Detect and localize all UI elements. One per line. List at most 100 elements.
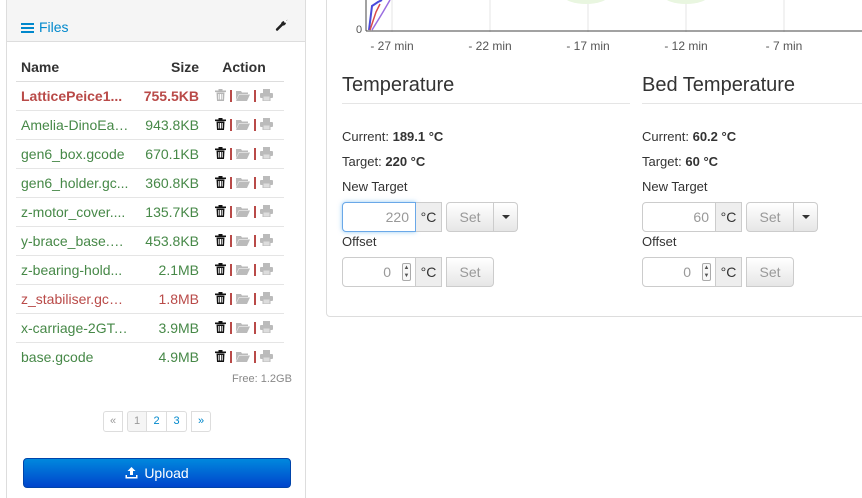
file-name[interactable]: gen6_box.gcode (16, 138, 134, 168)
file-size: 670.1KB (134, 138, 204, 168)
bed-offset-set-button[interactable]: Set (746, 257, 794, 287)
pagination-page-1[interactable]: 1 (127, 411, 147, 432)
files-table: Name Size Action LatticePeice1... 755.5KB… (16, 53, 284, 371)
pagination-page-2[interactable]: 2 (147, 411, 167, 432)
temperature-set-button[interactable]: Set (446, 202, 494, 232)
file-actions (204, 109, 284, 139)
file-row[interactable]: x-carriage-2GT.... 3.9MB (16, 312, 284, 342)
trash-icon[interactable] (215, 88, 226, 104)
file-size: 3.9MB (134, 312, 204, 342)
temperature-target-value: 220 °C (385, 154, 426, 169)
separator (230, 350, 232, 363)
trash-icon[interactable] (215, 320, 226, 336)
folder-open-icon[interactable] (236, 117, 250, 133)
temperature-offset-spinner[interactable]: ▲ ▼ (402, 263, 411, 281)
separator (230, 234, 232, 247)
file-actions (204, 80, 284, 110)
temperature-set-dropdown[interactable] (494, 202, 518, 232)
pagination-next[interactable]: » (191, 411, 211, 432)
print-icon[interactable] (260, 233, 273, 249)
print-icon[interactable] (260, 349, 273, 365)
file-row[interactable]: y-brace_base.g... 453.8KB (16, 225, 284, 255)
file-name[interactable]: y-brace_base.g... (16, 225, 134, 255)
file-size: 135.7KB (134, 196, 204, 226)
file-row[interactable]: LatticePeice1... 755.5KB (16, 80, 284, 110)
file-actions (204, 341, 284, 371)
graph-x-ticks: - 27 min - 22 min - 17 min - 12 min - 7 min (370, 39, 802, 53)
folder-open-icon[interactable] (236, 88, 250, 104)
trash-icon[interactable] (215, 291, 226, 307)
folder-open-icon[interactable] (236, 349, 250, 365)
separator (254, 118, 256, 131)
folder-open-icon[interactable] (236, 262, 250, 278)
trash-icon[interactable] (215, 175, 226, 191)
file-row[interactable]: z_stabiliser.gcode 1.8MB (16, 283, 284, 313)
print-icon[interactable] (260, 291, 273, 307)
trash-icon[interactable] (215, 262, 226, 278)
trash-icon[interactable] (215, 233, 226, 249)
file-size: 755.5KB (134, 80, 204, 110)
print-icon[interactable] (260, 320, 273, 336)
temperature-target: Target: 220 °C (342, 154, 426, 169)
bed-offset-label: Offset (642, 234, 677, 249)
upload-icon (125, 467, 138, 479)
file-row[interactable]: gen6_box.gcode 670.1KB (16, 138, 284, 168)
upload-button[interactable]: Upload (23, 458, 291, 488)
bed-offset-spinner[interactable]: ▲ ▼ (702, 263, 711, 281)
file-name[interactable]: x-carriage-2GT.... (16, 312, 134, 342)
print-icon[interactable] (260, 175, 273, 191)
folder-open-icon[interactable] (236, 320, 250, 336)
trash-icon[interactable] (215, 146, 226, 162)
bed-set-dropdown[interactable] (794, 202, 818, 232)
folder-open-icon[interactable] (236, 204, 250, 220)
separator (254, 263, 256, 276)
file-size: 943.8KB (134, 109, 204, 139)
folder-open-icon[interactable] (236, 175, 250, 191)
pagination-page-3[interactable]: 3 (167, 411, 187, 432)
temperature-new-target-input[interactable]: 220 (342, 202, 416, 232)
file-row[interactable]: gen6_holder.gc... 360.8KB (16, 167, 284, 197)
trash-icon[interactable] (215, 117, 226, 133)
file-actions (204, 167, 284, 197)
print-icon[interactable] (260, 262, 273, 278)
file-name[interactable]: z_stabiliser.gcode (16, 283, 134, 313)
file-name[interactable]: z-motor_cover.... (16, 196, 134, 226)
temperature-offset-set-button[interactable]: Set (446, 257, 494, 287)
file-name[interactable]: LatticePeice1... (16, 80, 134, 110)
file-actions (204, 312, 284, 342)
file-size: 2.1MB (134, 254, 204, 284)
temperature-offset-unit: °C (416, 257, 442, 287)
file-actions (204, 283, 284, 313)
file-name[interactable]: base.gcode (16, 341, 134, 371)
trash-icon[interactable] (215, 349, 226, 365)
pagination-prev[interactable]: « (103, 411, 123, 432)
temperature-current-value: 189.1 °C (392, 129, 444, 144)
file-row[interactable]: base.gcode 4.9MB (16, 341, 284, 371)
file-name[interactable]: Amelia-DinoEar... (16, 109, 134, 139)
folder-open-icon[interactable] (236, 233, 250, 249)
file-row[interactable]: Amelia-DinoEar... 943.8KB (16, 109, 284, 139)
separator (254, 234, 256, 247)
bed-new-target-input[interactable]: 60 (642, 202, 716, 232)
folder-open-icon[interactable] (236, 146, 250, 162)
separator (254, 147, 256, 160)
print-icon[interactable] (260, 204, 273, 220)
file-row[interactable]: z-motor_cover.... 135.7KB (16, 196, 284, 226)
graph-bubble (666, 0, 706, 4)
graph-bubble (566, 0, 606, 4)
bed-set-button[interactable]: Set (746, 202, 794, 232)
file-name[interactable]: gen6_holder.gc... (16, 167, 134, 197)
print-icon[interactable] (260, 117, 273, 133)
files-panel: Files Name Size Action LatticePeice1... 7… (6, 0, 306, 498)
file-row[interactable]: z-bearing-hold... 2.1MB (16, 254, 284, 284)
file-size: 453.8KB (134, 225, 204, 255)
folder-open-icon[interactable] (236, 291, 250, 307)
upload-label: Upload (144, 465, 189, 481)
trash-icon[interactable] (215, 204, 226, 220)
print-icon[interactable] (260, 146, 273, 162)
file-name[interactable]: z-bearing-hold... (16, 254, 134, 284)
bed-temperature-title: Bed Temperature (642, 70, 862, 104)
free-space: Free: 1.2GB (232, 373, 292, 385)
print-icon[interactable] (260, 88, 273, 104)
file-actions (204, 196, 284, 226)
